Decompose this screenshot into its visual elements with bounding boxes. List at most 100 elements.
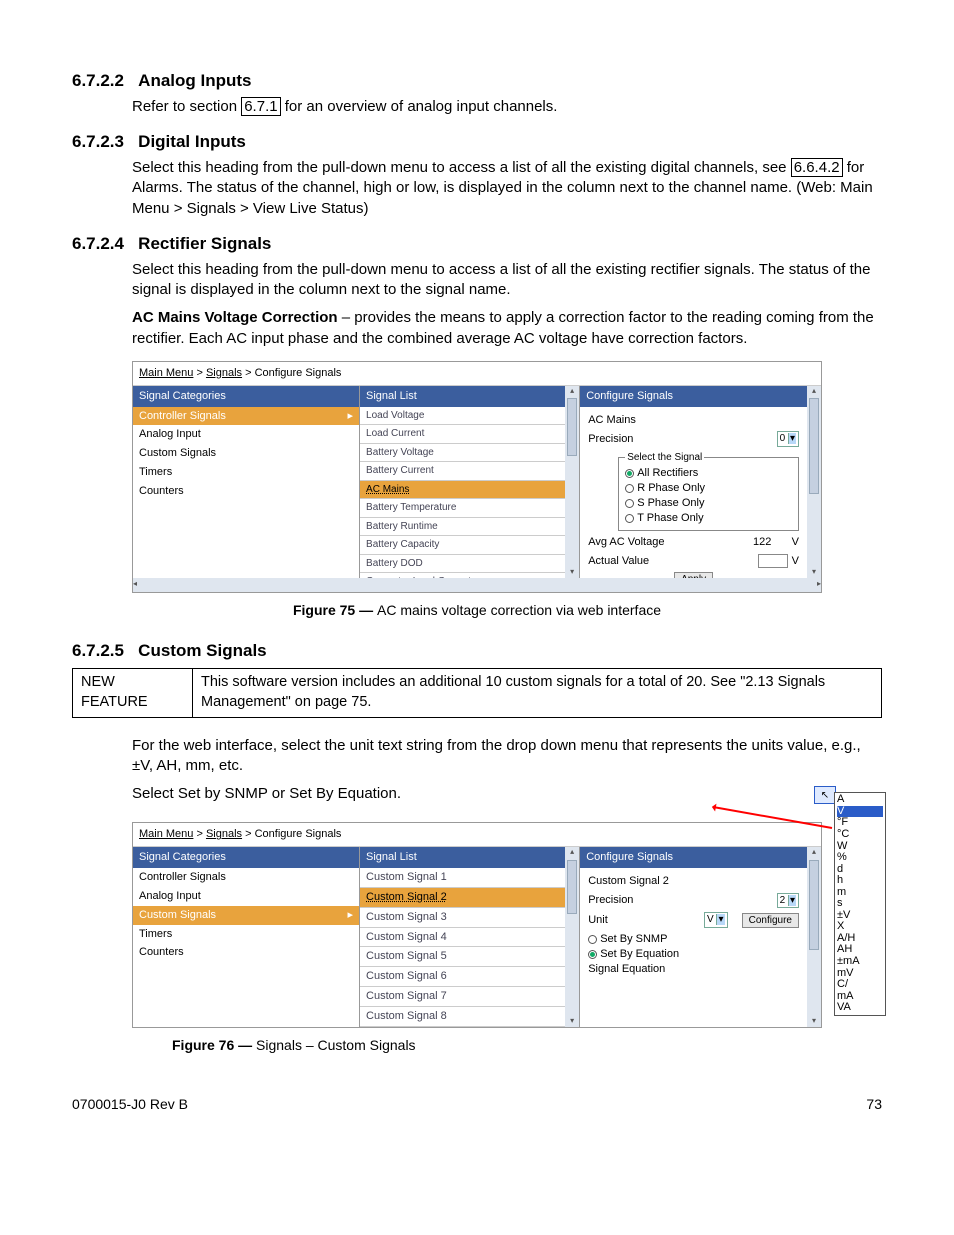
figure-75-caption: Figure 75 — AC mains voltage correction … [72, 601, 882, 620]
page-footer: 0700015-J0 Rev B 73 [72, 1095, 882, 1114]
configure-button[interactable]: Configure [742, 913, 799, 928]
ref-671[interactable]: 6.7.1 [241, 97, 280, 116]
cfg-title: Custom Signal 2 [588, 874, 799, 889]
signal-list-item[interactable]: Custom Signal 5 [360, 947, 565, 967]
radio-option[interactable]: S Phase Only [625, 496, 792, 511]
category-item[interactable]: Analog Input [133, 887, 359, 906]
category-item[interactable]: Timers [133, 925, 359, 944]
radio-set-by-snmp[interactable]: Set By SNMP [588, 932, 799, 947]
bc-configure: Configure Signals [255, 828, 342, 840]
panel-header-configure: Configure Signals [580, 386, 807, 407]
precision-label: Precision [588, 893, 772, 908]
signal-list-item[interactable]: AC Mains [360, 481, 565, 500]
cursor-icon: ↖ [814, 786, 836, 804]
panel-header-categories: Signal Categories [133, 847, 359, 868]
unit-dropdown-list[interactable]: AV°F°CW%dhms±VXA/HAH±mAmVC/mAVA [834, 792, 886, 1015]
radio-option[interactable]: T Phase Only [625, 511, 792, 526]
figure-76-caption: Figure 76 — Signals – Custom Signals [172, 1036, 882, 1055]
precision-select[interactable]: 0 ▾ [777, 431, 799, 447]
signal-list-item[interactable]: Battery DOD [360, 555, 565, 574]
signal-list-item[interactable]: Battery Temperature [360, 499, 565, 518]
panel-header-signal-list: Signal List [360, 386, 565, 407]
unit-option[interactable]: % [837, 852, 883, 864]
signal-list-item[interactable]: Battery Capacity [360, 536, 565, 555]
scrollbar[interactable]: ▴▾ [565, 847, 579, 1027]
unit-option[interactable]: °C [837, 829, 883, 841]
category-item[interactable]: Analog Input [133, 425, 359, 444]
precision-label: Precision [588, 432, 772, 447]
category-item[interactable]: Custom Signals▸ [133, 906, 359, 925]
unit-option[interactable]: d [837, 864, 883, 876]
unit-option[interactable]: h [837, 875, 883, 887]
signal-list-item[interactable]: Battery Current [360, 462, 565, 481]
radio-set-by-equation[interactable]: Set By Equation [588, 947, 799, 962]
bc-main-menu[interactable]: Main Menu [139, 828, 193, 840]
signal-list-item[interactable]: Custom Signal 4 [360, 928, 565, 948]
signal-list-item[interactable]: Load Voltage [360, 407, 565, 426]
radio-option[interactable]: R Phase Only [625, 481, 792, 496]
unit-option[interactable]: m [837, 887, 883, 899]
unit-option[interactable]: C/ [837, 979, 883, 991]
configure-panel-75: AC Mains Precision 0 ▾ Select the Signal… [580, 407, 807, 578]
footer-page-num: 73 [866, 1095, 882, 1114]
category-item[interactable]: Custom Signals [133, 444, 359, 463]
category-item[interactable]: Timers [133, 463, 359, 482]
scrollbar[interactable]: ▴▾ [807, 386, 821, 578]
cfg-title: AC Mains [588, 413, 799, 428]
category-item[interactable]: Controller Signals [133, 868, 359, 887]
heading-6723: 6.7.2.3 Digital Inputs [72, 131, 882, 154]
para-6725a: For the web interface, select the unit t… [132, 736, 882, 777]
figure-75-screenshot: Main Menu > Signals > Configure Signals … [132, 361, 822, 593]
avg-ac-unit: V [792, 535, 799, 550]
bc-signals[interactable]: Signals [206, 828, 242, 840]
new-feature-label: NEW FEATURE [73, 669, 193, 717]
configure-panel-76: Custom Signal 2 Precision 2 ▾ Unit V ▾ C… [580, 868, 807, 986]
category-item[interactable]: Counters [133, 943, 359, 962]
figure-76-screenshot: Main Menu > Signals > Configure Signals … [132, 822, 822, 1028]
panel-header-configure: Configure Signals [580, 847, 807, 868]
apply-button[interactable]: Apply [674, 572, 713, 577]
signal-list-item[interactable]: Custom Signal 2 [360, 888, 565, 908]
bc-signals[interactable]: Signals [206, 367, 242, 379]
bc-configure: Configure Signals [255, 367, 342, 379]
breadcrumb-75: Main Menu > Signals > Configure Signals [133, 362, 821, 386]
actual-value-unit: V [792, 554, 799, 569]
signal-equation-label: Signal Equation [588, 962, 799, 977]
signal-list-item[interactable]: Battery Runtime [360, 518, 565, 537]
unit-option[interactable]: ±mA [837, 956, 883, 968]
signal-list-item[interactable]: Custom Signal 7 [360, 987, 565, 1007]
signal-list-item[interactable]: Battery Voltage [360, 444, 565, 463]
signal-list-item[interactable]: Custom Signal 6 [360, 967, 565, 987]
radio-option[interactable]: All Rectifiers [625, 466, 792, 481]
scrollbar[interactable]: ▴▾ [565, 386, 579, 578]
ref-6642[interactable]: 6.6.4.2 [791, 158, 843, 177]
heading-6724: 6.7.2.4 Rectifier Signals [72, 233, 882, 256]
unit-option[interactable]: VA [837, 1002, 883, 1014]
bc-main-menu[interactable]: Main Menu [139, 367, 193, 379]
signal-list-item[interactable]: Custom Signal 1 [360, 868, 565, 888]
para-6724b: AC Mains Voltage Correction – provides t… [132, 308, 882, 349]
heading-6722: 6.7.2.2 Analog Inputs [72, 70, 882, 93]
para-6725b: Select Set by SNMP or Set By Equation. [132, 784, 882, 804]
category-item[interactable]: Controller Signals▸ [133, 407, 359, 426]
avg-ac-label: Avg AC Voltage [588, 535, 749, 550]
category-item[interactable]: Counters [133, 482, 359, 501]
para-6722: Refer to section 6.7.1 for an overview o… [132, 97, 882, 117]
unit-select[interactable]: V ▾ [704, 912, 727, 928]
signal-list-item[interactable]: Custom Signal 3 [360, 908, 565, 928]
signal-list-item[interactable]: Load Current [360, 425, 565, 444]
signal-list-item[interactable]: Converter Load Current [360, 573, 565, 578]
unit-label: Unit [588, 913, 700, 928]
signal-list-item[interactable]: Custom Signal 8 [360, 1007, 565, 1027]
avg-ac-value: 122 [753, 535, 771, 550]
precision-select[interactable]: 2 ▾ [777, 893, 799, 909]
panel-header-categories: Signal Categories [133, 386, 359, 407]
actual-value-input[interactable] [758, 554, 788, 568]
scrollbar[interactable]: ▴▾ [807, 847, 821, 1027]
h-scrollbar[interactable]: ◂▸ [133, 578, 821, 592]
actual-value-label: Actual Value [588, 554, 753, 569]
para-6723: Select this heading from the pull-down m… [132, 158, 882, 219]
heading-6725: 6.7.2.5 Custom Signals [72, 640, 882, 663]
breadcrumb-76: Main Menu > Signals > Configure Signals [133, 823, 821, 847]
new-feature-text: This software version includes an additi… [193, 669, 882, 717]
